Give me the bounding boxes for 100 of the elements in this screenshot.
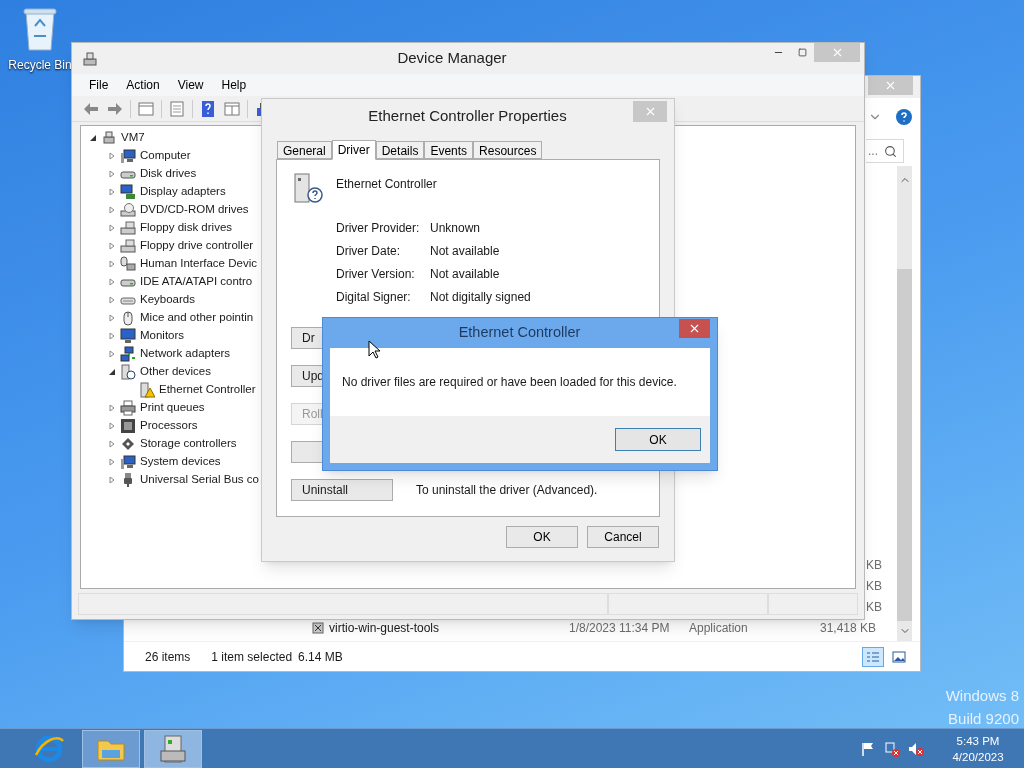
window-icon[interactable]: [137, 99, 155, 118]
display-adapter-icon: [120, 184, 136, 200]
scrollbar[interactable]: [897, 166, 912, 641]
tree-item[interactable]: IDE ATA/ATAPI contro: [140, 273, 253, 291]
maximize-icon: [797, 48, 807, 57]
expand-arrow-icon[interactable]: [108, 422, 116, 430]
tree-item[interactable]: Monitors: [140, 327, 185, 345]
menu-item[interactable]: Action: [126, 76, 160, 94]
field-label: Driver Provider:: [336, 219, 421, 237]
expand-arrow-icon[interactable]: [108, 476, 116, 484]
expand-arrow-icon[interactable]: [108, 404, 116, 412]
tree-item[interactable]: System devices: [140, 453, 221, 471]
tree-item[interactable]: Floppy drive controller: [140, 237, 254, 255]
tree-item[interactable]: Ethernet Controller: [159, 381, 256, 399]
taskbar-button[interactable]: [82, 729, 140, 768]
input-device-icon: [120, 256, 136, 272]
collapse-arrow-icon[interactable]: [108, 368, 116, 376]
dialog-title: Ethernet Controller: [457, 323, 582, 343]
tab[interactable]: Events: [424, 141, 474, 159]
menu-item[interactable]: Help: [221, 76, 247, 94]
tab[interactable]: Details: [375, 141, 425, 159]
ok-button[interactable]: OK: [615, 428, 701, 451]
computer-icon: [101, 130, 117, 146]
message-text: No driver files are required or have been loaded for this device.: [342, 374, 677, 391]
dialog-button[interactable]: OK: [506, 526, 578, 548]
menu-item[interactable]: File: [89, 76, 109, 94]
flag-icon[interactable]: [860, 740, 876, 757]
expand-arrow-icon[interactable]: [108, 206, 116, 214]
search-icon: [884, 144, 897, 158]
tree-item[interactable]: Print queues: [140, 399, 205, 417]
tree-item[interactable]: Universal Serial Bus co: [140, 471, 259, 489]
expand-arrow-icon[interactable]: [108, 350, 116, 358]
window-icon[interactable]: [223, 99, 241, 118]
tree-item[interactable]: Processors: [140, 417, 198, 435]
list-icon: [866, 650, 880, 663]
expand-arrow-icon[interactable]: [108, 458, 116, 466]
table-cell-text: KB: [866, 598, 882, 616]
search-field[interactable]: ...: [866, 139, 904, 163]
tree-item[interactable]: Other devices: [140, 363, 211, 381]
window-title: Device Manager: [396, 48, 508, 69]
help-icon[interactable]: [896, 109, 912, 125]
expand-arrow-icon[interactable]: [108, 278, 116, 286]
properties-icon[interactable]: [168, 99, 186, 118]
tree-item[interactable]: Storage controllers: [140, 435, 237, 453]
storage-icon: [120, 436, 136, 452]
device-name: Ethernet Controller: [336, 176, 437, 193]
optical-drive-icon: [120, 202, 136, 218]
tree-item[interactable]: Floppy disk drives: [140, 219, 233, 237]
collapse-arrow-icon[interactable]: [89, 134, 97, 142]
field-label: Digital Signer:: [336, 288, 412, 306]
expand-arrow-icon[interactable]: [108, 152, 116, 160]
tab[interactable]: Driver: [331, 140, 376, 160]
clock[interactable]: 5:43 PM 4/20/2023: [946, 732, 1010, 765]
processor-icon: [120, 418, 136, 434]
expand-arrow-icon[interactable]: [108, 188, 116, 196]
field-value: Not digitally signed: [430, 288, 531, 306]
computer-icon: [120, 148, 136, 164]
network-error-icon[interactable]: [884, 740, 900, 757]
tree-item[interactable]: Computer: [140, 147, 191, 165]
expand-arrow-icon[interactable]: [108, 242, 116, 250]
tree-item[interactable]: Disk drives: [140, 165, 197, 183]
tree-item[interactable]: Mice and other pointin: [140, 309, 254, 327]
tree-item[interactable]: Network adapters: [140, 345, 231, 363]
expand-arrow-icon[interactable]: [108, 440, 116, 448]
selection-size: 6.14 MB: [298, 648, 343, 666]
item-count: 26 items: [145, 648, 191, 666]
expand-arrow-icon[interactable]: [108, 170, 116, 178]
floppy-drive-icon: [120, 220, 136, 236]
field-value: Unknown: [430, 219, 481, 237]
tab[interactable]: General: [277, 141, 332, 159]
file-row[interactable]: virtio-win-guest-tools 1/8/2023 11:34 PM Application 31,418 KB: [124, 617, 897, 639]
close-icon: [884, 79, 897, 92]
edition-text: Windows 8: [945, 686, 1019, 706]
expand-arrow-icon[interactable]: [108, 314, 116, 322]
tree-item[interactable]: Keyboards: [140, 291, 195, 309]
tree-item[interactable]: DVD/CD-ROM drives: [140, 201, 249, 219]
tab[interactable]: Resources: [473, 141, 543, 159]
computer-icon: [120, 454, 136, 470]
menu-item[interactable]: View: [177, 76, 204, 94]
expand-arrow-icon[interactable]: [108, 332, 116, 340]
expand-arrow-icon[interactable]: [108, 296, 116, 304]
help-icon[interactable]: [199, 99, 217, 118]
expand-arrow-icon[interactable]: [108, 224, 116, 232]
taskbar-button[interactable]: [144, 729, 202, 768]
monitor-icon: [120, 328, 136, 344]
tree-item[interactable]: Display adapters: [140, 183, 226, 201]
desktop-icon-label[interactable]: Recycle Bin: [8, 56, 72, 74]
unknown-device-icon: [120, 364, 136, 380]
tree-item[interactable]: Human Interface Devic: [140, 255, 257, 273]
expand-arrow-icon[interactable]: [108, 260, 116, 268]
scrollbar-thumb[interactable]: [897, 269, 912, 621]
dialog-button[interactable]: Cancel: [587, 526, 659, 548]
action-button[interactable]: Uninstall: [291, 479, 393, 501]
tree-item[interactable]: VM7: [121, 129, 145, 147]
dialog-title: Ethernet Controller Properties: [367, 105, 568, 126]
warning-device-icon: [139, 382, 155, 398]
field-label: Driver Version:: [336, 265, 416, 283]
close-button[interactable]: [679, 319, 710, 338]
recycle-bin-icon[interactable]: [22, 6, 58, 52]
close-icon: [688, 322, 701, 335]
